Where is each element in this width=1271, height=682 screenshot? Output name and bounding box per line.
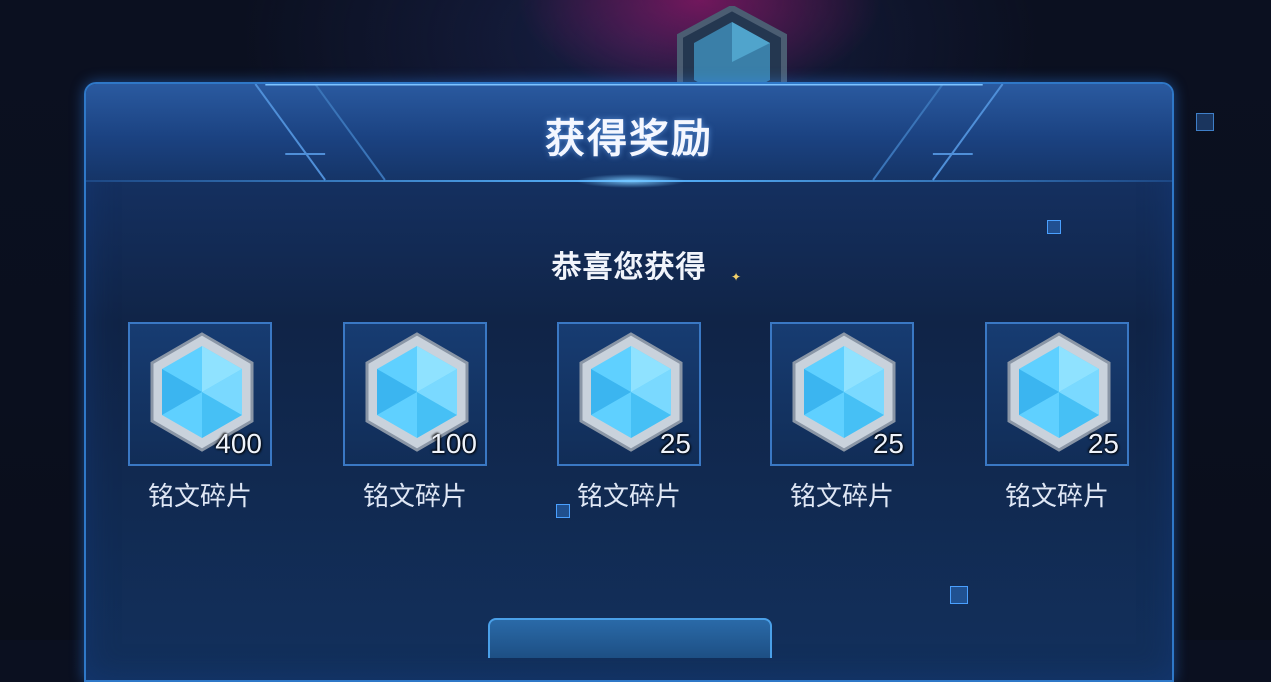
reward-slot[interactable]: 25 [557, 322, 701, 466]
reward-count: 400 [215, 428, 262, 459]
confirm-button[interactable] [488, 618, 772, 658]
header-glow [576, 174, 686, 188]
decor-square [950, 586, 968, 604]
reward-slot[interactable]: 100 [343, 322, 487, 466]
sparkle-icon: ✦ [731, 270, 742, 284]
reward-list: 400 铭文碎片 100 铭文碎片 25 铭文碎片 25 铭文碎片 25 铭文碎… [86, 322, 1172, 522]
reward-slot[interactable]: 25 [770, 322, 914, 466]
reward-item[interactable]: 25 铭文碎片 [770, 322, 918, 513]
decor-square [1047, 220, 1061, 234]
reward-name: 铭文碎片 [789, 482, 894, 512]
reward-name: 铭文碎片 [362, 482, 467, 512]
decor-square [1196, 113, 1214, 131]
reward-item[interactable]: 100 铭文碎片 [343, 322, 491, 513]
reward-count: 25 [872, 428, 904, 459]
reward-count: 25 [1087, 428, 1119, 459]
reward-name: 铭文碎片 [576, 482, 681, 512]
dialog-subtitle: 恭喜您获得 [551, 250, 707, 285]
reward-name: 铭文碎片 [147, 482, 252, 512]
reward-dialog: 获得奖励 恭喜您获得 ✦ 400 铭文碎片 100 铭文碎片 25 铭文碎片 2… [84, 82, 1174, 682]
reward-count: 25 [659, 428, 691, 459]
reward-slot[interactable]: 25 [985, 322, 1129, 466]
reward-item[interactable]: 25 铭文碎片 [557, 322, 705, 513]
reward-item[interactable]: 25 铭文碎片 [985, 322, 1133, 513]
reward-count: 100 [430, 428, 477, 459]
reward-name: 铭文碎片 [1004, 482, 1109, 512]
reward-item[interactable]: 400 铭文碎片 [128, 322, 276, 513]
dialog-title: 获得奖励 [545, 116, 713, 162]
reward-slot[interactable]: 400 [128, 322, 272, 466]
